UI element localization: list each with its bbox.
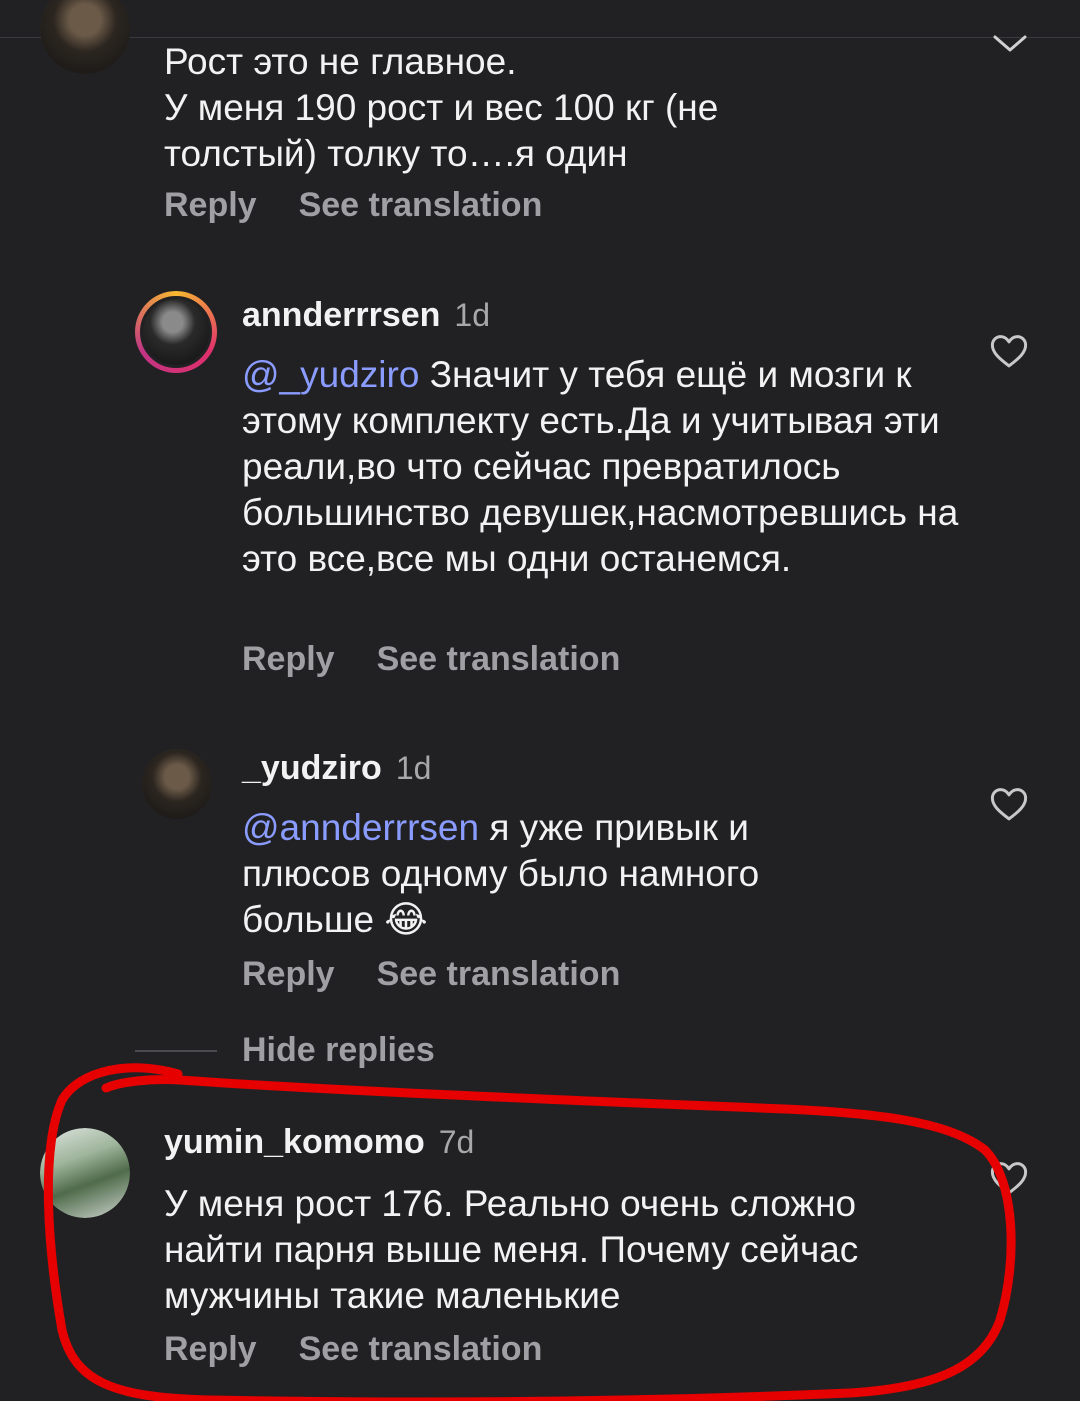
reply-button[interactable]: Reply [242, 955, 335, 993]
reply-button[interactable]: Reply [164, 1330, 257, 1368]
username[interactable]: yumin_komomo [164, 1123, 425, 1161]
hide-replies-button[interactable]: Hide replies [242, 1031, 435, 1070]
heart-icon[interactable] [988, 330, 1030, 372]
see-translation-button[interactable]: See translation [299, 186, 543, 224]
comment-actions: Reply See translation [164, 1330, 542, 1369]
see-translation-button[interactable]: See translation [377, 955, 621, 993]
comment-author: yumin_komomo 7d [164, 1123, 474, 1162]
top-divider [0, 37, 1080, 38]
comment-text: @annderrrsen я уже привык и плюсов одном… [242, 807, 760, 940]
mention-link[interactable]: @_yudziro [242, 354, 419, 395]
see-translation-button[interactable]: See translation [299, 1330, 543, 1368]
username[interactable]: _yudziro [242, 749, 382, 787]
username[interactable]: annderrrsen [242, 296, 440, 334]
avatar[interactable] [40, 1128, 130, 1218]
timestamp: 1d [395, 750, 432, 786]
comment-actions: Reply See translation [242, 955, 620, 994]
reply-button[interactable]: Reply [164, 186, 257, 224]
timestamp: 1d [454, 297, 490, 333]
comment-author: _yudziro 1d [242, 749, 431, 788]
comment-actions: Reply See translation [242, 640, 620, 679]
comment-text: У меня рост 176. Реально очень сложно на… [164, 1183, 859, 1316]
avatar[interactable] [135, 291, 217, 373]
comment-text: Рост это не главное. У меня 190 рост и в… [164, 41, 719, 174]
comment-author: annderrrsen 1d [242, 296, 490, 335]
chevron-down-icon[interactable] [992, 34, 1028, 54]
avatar[interactable] [40, 0, 130, 74]
comment-text: @_yudziro Значит у тебя ещё и мозги к эт… [242, 354, 959, 579]
mention-link[interactable]: @annderrrsen [242, 807, 479, 848]
comment-actions: Reply See translation [164, 186, 542, 225]
reply-button[interactable]: Reply [242, 640, 335, 678]
hide-replies-divider [135, 1050, 217, 1052]
heart-icon[interactable] [988, 783, 1030, 825]
avatar[interactable] [142, 749, 212, 819]
see-translation-button[interactable]: See translation [377, 640, 621, 678]
timestamp: 7d [438, 1124, 475, 1160]
heart-icon[interactable] [988, 1157, 1030, 1199]
